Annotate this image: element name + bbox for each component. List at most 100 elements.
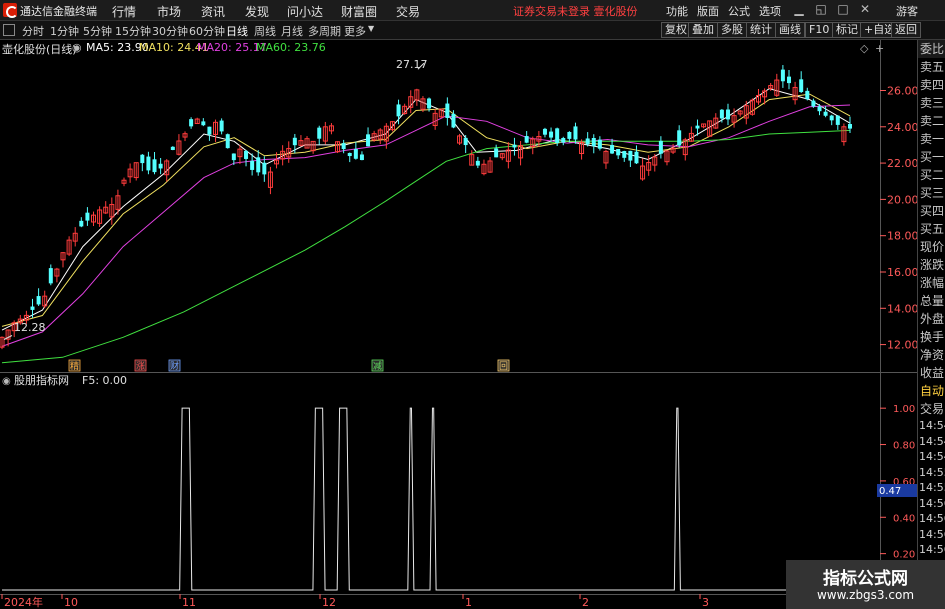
candle-down [591, 137, 596, 147]
period-30min[interactable]: 30分钟 [152, 23, 188, 39]
date-tick-label: 1 [465, 596, 472, 609]
price-tick-label: 22.00 [887, 157, 917, 170]
watermark-url: www.zbgs3.com [816, 588, 915, 602]
menu-jiaoyi[interactable]: 交易 [396, 3, 420, 20]
menu-gongneng[interactable]: 功能 [666, 3, 688, 19]
candle-down [848, 124, 852, 129]
side-volume: 总量 [920, 294, 945, 308]
side-trade[interactable]: 交易 [918, 400, 945, 418]
candle-down [555, 128, 560, 144]
user-guest[interactable]: 游客 [896, 3, 918, 19]
menu-shichang[interactable]: 市场 [157, 3, 181, 20]
period-bar: 分时 1分钟 5分钟 15分钟 30分钟 60分钟 日线 周线 月线 多周期 更… [0, 21, 945, 40]
period-more[interactable]: 更多 [344, 23, 366, 39]
toolbar-diejia[interactable]: 叠加 [688, 22, 718, 38]
indicator-line [2, 407, 850, 591]
candle-down [677, 130, 682, 146]
side-turnover: 换手 [920, 330, 945, 344]
indicator-tick-label: 1.00 [893, 404, 915, 415]
candle-down [359, 154, 364, 161]
menu-caifuquan[interactable]: 财富圈 [341, 3, 377, 20]
candle-down [805, 90, 810, 100]
kline-grid [880, 40, 886, 372]
menu-zixun[interactable]: 资讯 [201, 3, 225, 20]
date-tick-label: 2 [582, 596, 589, 609]
toolbar-biaoji[interactable]: 标记 [832, 22, 862, 38]
period-fenshi[interactable]: 分时 [22, 23, 44, 39]
candle-down [152, 159, 157, 173]
login-warning[interactable]: 证券交易未登录 壹化股份 [513, 3, 638, 19]
menu-faxian[interactable]: 发现 [245, 3, 269, 20]
event-marker: 涨 [136, 361, 145, 372]
side-weibi[interactable]: 委比 [918, 40, 945, 58]
candle-down [524, 136, 529, 143]
side-buy3: 买三 [920, 186, 945, 200]
ma60-label: MA60: 23.76 [256, 41, 326, 54]
toolbar-duogu[interactable]: 多股 [717, 22, 747, 38]
candle-down [146, 156, 151, 171]
tick-time: 14:54 [919, 419, 945, 432]
side-sell5: 卖五 [920, 60, 945, 74]
close-icon[interactable]: ✕ [858, 2, 872, 16]
minimize-icon[interactable]: ▁ [792, 2, 806, 16]
toolbar-fuquan[interactable]: 复权 [661, 22, 691, 38]
maximize-icon[interactable]: □ [836, 2, 850, 16]
menu-gongshi[interactable]: 公式 [728, 3, 750, 19]
price-tick-label: 20.00 [887, 193, 917, 206]
toolbar-huaxian[interactable]: 画线 [775, 22, 805, 38]
period-daily[interactable]: 日线 [226, 23, 248, 39]
candle-down [347, 152, 352, 157]
candle-down [829, 115, 834, 121]
side-price: 现价 [920, 240, 945, 254]
menu-wenxiaoda[interactable]: 问小达 [287, 3, 323, 20]
toolbar-tongji[interactable]: 统计 [746, 22, 776, 38]
period-5min[interactable]: 5分钟 [83, 23, 112, 39]
date-tick-label: 2024年 [4, 595, 43, 609]
indicator-chart[interactable]: 0.200.400.600.801.00 ◉ 股朋指标网 F5: 0.00 0.… [0, 372, 917, 594]
indicator-toggle-icon[interactable]: ◉ [2, 376, 11, 387]
side-change-pct: 涨幅 [920, 276, 945, 290]
candle-down [79, 220, 84, 227]
menu-hangqing[interactable]: 行情 [112, 3, 136, 20]
candle-down [30, 306, 35, 310]
tick-time: 14:56 [919, 512, 945, 525]
side-sell2: 卖二 [920, 114, 945, 128]
candle-down [823, 111, 828, 116]
indicator-tick-label: 0.20 [893, 550, 915, 561]
side-sell1: 卖一 [920, 132, 945, 146]
chevron-down-icon[interactable]: ◉ [72, 41, 82, 54]
kline-chart[interactable]: 12.00 14.00 16.00 18.00 20.00 22.00 24.00 26.00… [0, 40, 917, 372]
candle-down [225, 134, 230, 149]
candle-down [634, 151, 639, 164]
price-tick-label: 26.00 [887, 84, 917, 97]
candle-down [725, 109, 730, 120]
layout-toggle-icon[interactable] [3, 24, 15, 36]
candle-down [835, 115, 840, 125]
period-60min[interactable]: 60分钟 [189, 23, 225, 39]
candle-down [451, 113, 456, 128]
tick-time: 14:56 [919, 496, 945, 510]
ma10-line [1, 93, 851, 327]
more-chevron-icon[interactable]: ▼ [368, 24, 374, 33]
period-monthly[interactable]: 月线 [281, 23, 303, 39]
toolbar-fanhui[interactable]: 返回 [891, 22, 921, 38]
period-weekly[interactable]: 周线 [254, 23, 276, 39]
candle-down [231, 153, 236, 161]
candle-down [366, 134, 371, 147]
candle-down [463, 137, 468, 146]
menu-banmian[interactable]: 版面 [697, 3, 719, 19]
app-title: 通达信金融终端 [20, 5, 97, 18]
toolbar-f10[interactable]: F10 [805, 22, 834, 38]
price-tick-label: 24.00 [887, 121, 917, 134]
restore-icon[interactable]: ◱ [814, 2, 828, 16]
event-marker: 精 [70, 360, 79, 372]
side-auto[interactable]: 自动 [918, 382, 945, 400]
menu-xuanxiang[interactable]: 选项 [759, 3, 781, 19]
tick-time: 14:55 [919, 481, 945, 494]
side-sell4: 卖四 [920, 78, 945, 92]
candle-down [207, 126, 212, 135]
period-15min[interactable]: 15分钟 [115, 23, 151, 39]
period-multi[interactable]: 多周期 [308, 23, 341, 39]
candle-down [85, 212, 90, 221]
period-1min[interactable]: 1分钟 [50, 23, 79, 39]
